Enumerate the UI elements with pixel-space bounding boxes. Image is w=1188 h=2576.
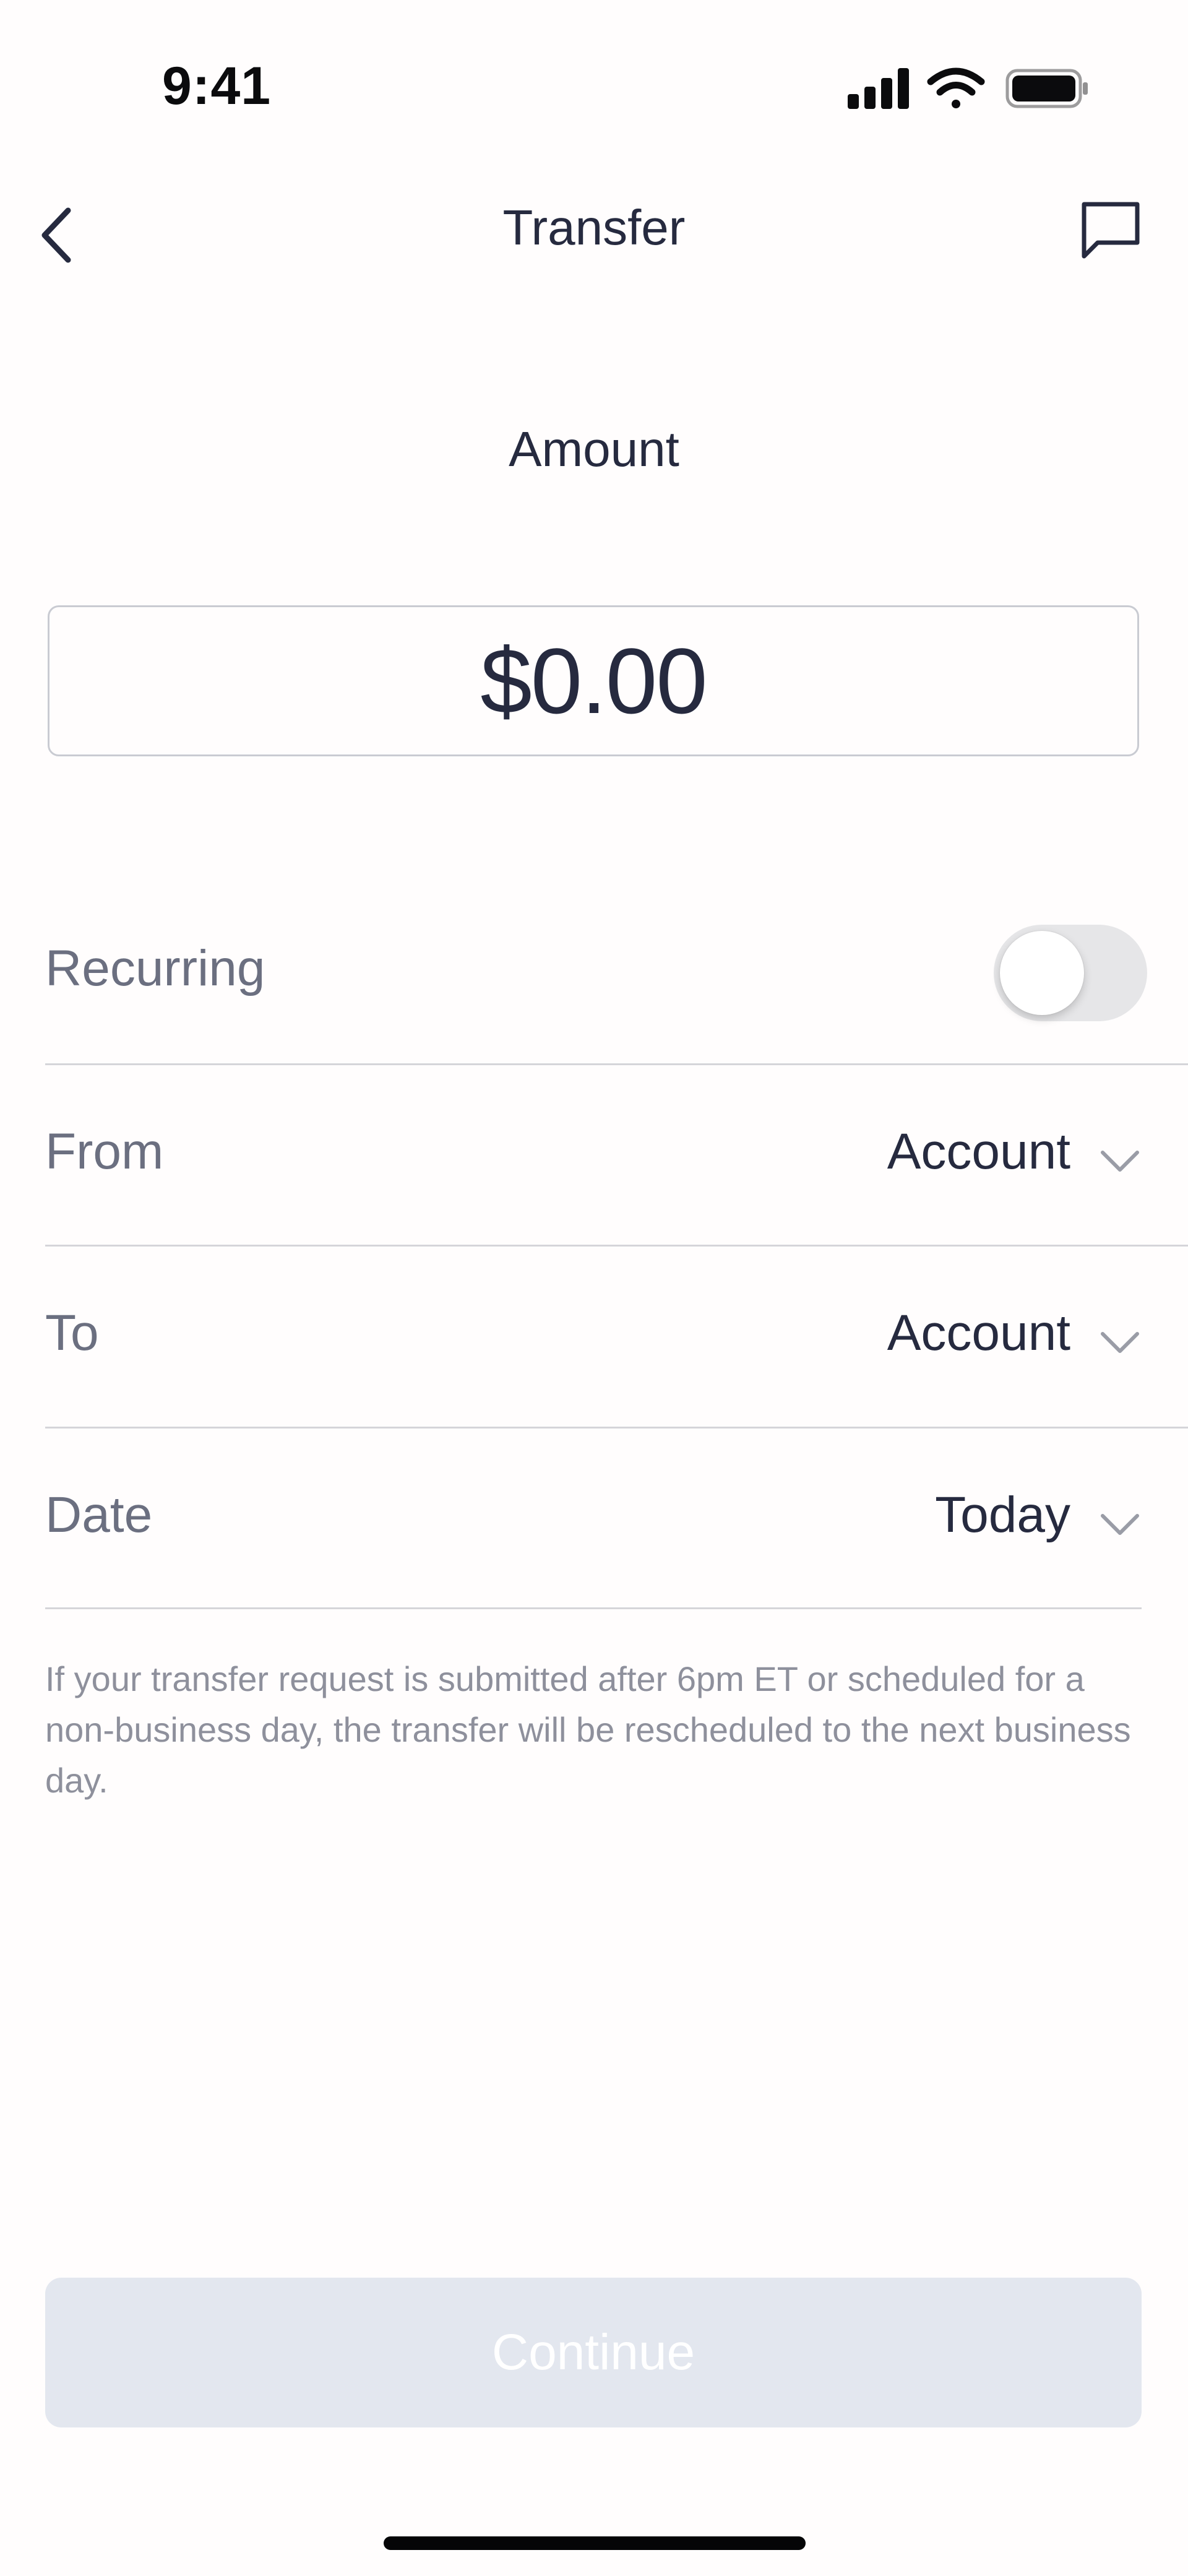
amount-value: $0.00: [480, 628, 707, 733]
wifi-icon: [927, 67, 985, 108]
divider: [45, 1607, 1142, 1609]
page-title: Transfer: [502, 200, 686, 255]
to-row[interactable]: To Account: [0, 1246, 1188, 1427]
date-value: Today: [935, 1487, 1070, 1543]
chevron-left-icon[interactable]: [37, 204, 80, 266]
recurring-toggle[interactable]: [994, 925, 1147, 1021]
from-row[interactable]: From Account: [0, 1065, 1188, 1244]
to-label: To: [45, 1305, 99, 1361]
battery-icon: [1005, 69, 1088, 108]
chevron-down-icon: [1101, 1332, 1139, 1353]
transfer-disclaimer: If your transfer request is submitted af…: [45, 1659, 1131, 1800]
chat-bubble-icon[interactable]: [1077, 199, 1145, 261]
amount-input[interactable]: $0.00: [48, 605, 1139, 756]
cellular-signal-icon: [848, 68, 909, 109]
chevron-down-icon: [1101, 1514, 1139, 1535]
status-icons: [848, 67, 1088, 109]
date-row[interactable]: Date Today: [0, 1428, 1188, 1607]
toggle-knob: [1000, 931, 1084, 1015]
to-value: Account: [887, 1305, 1070, 1361]
home-indicator: [384, 2536, 806, 2550]
from-value: Account: [887, 1123, 1070, 1180]
status-time: 9:41: [162, 56, 272, 116]
chevron-down-icon: [1101, 1151, 1139, 1172]
date-label: Date: [45, 1487, 153, 1543]
from-label: From: [45, 1123, 164, 1180]
amount-label: Amount: [509, 421, 679, 477]
continue-button[interactable]: Continue: [45, 2278, 1142, 2427]
continue-button-label: Continue: [491, 2324, 695, 2380]
recurring-label: Recurring: [45, 940, 265, 996]
